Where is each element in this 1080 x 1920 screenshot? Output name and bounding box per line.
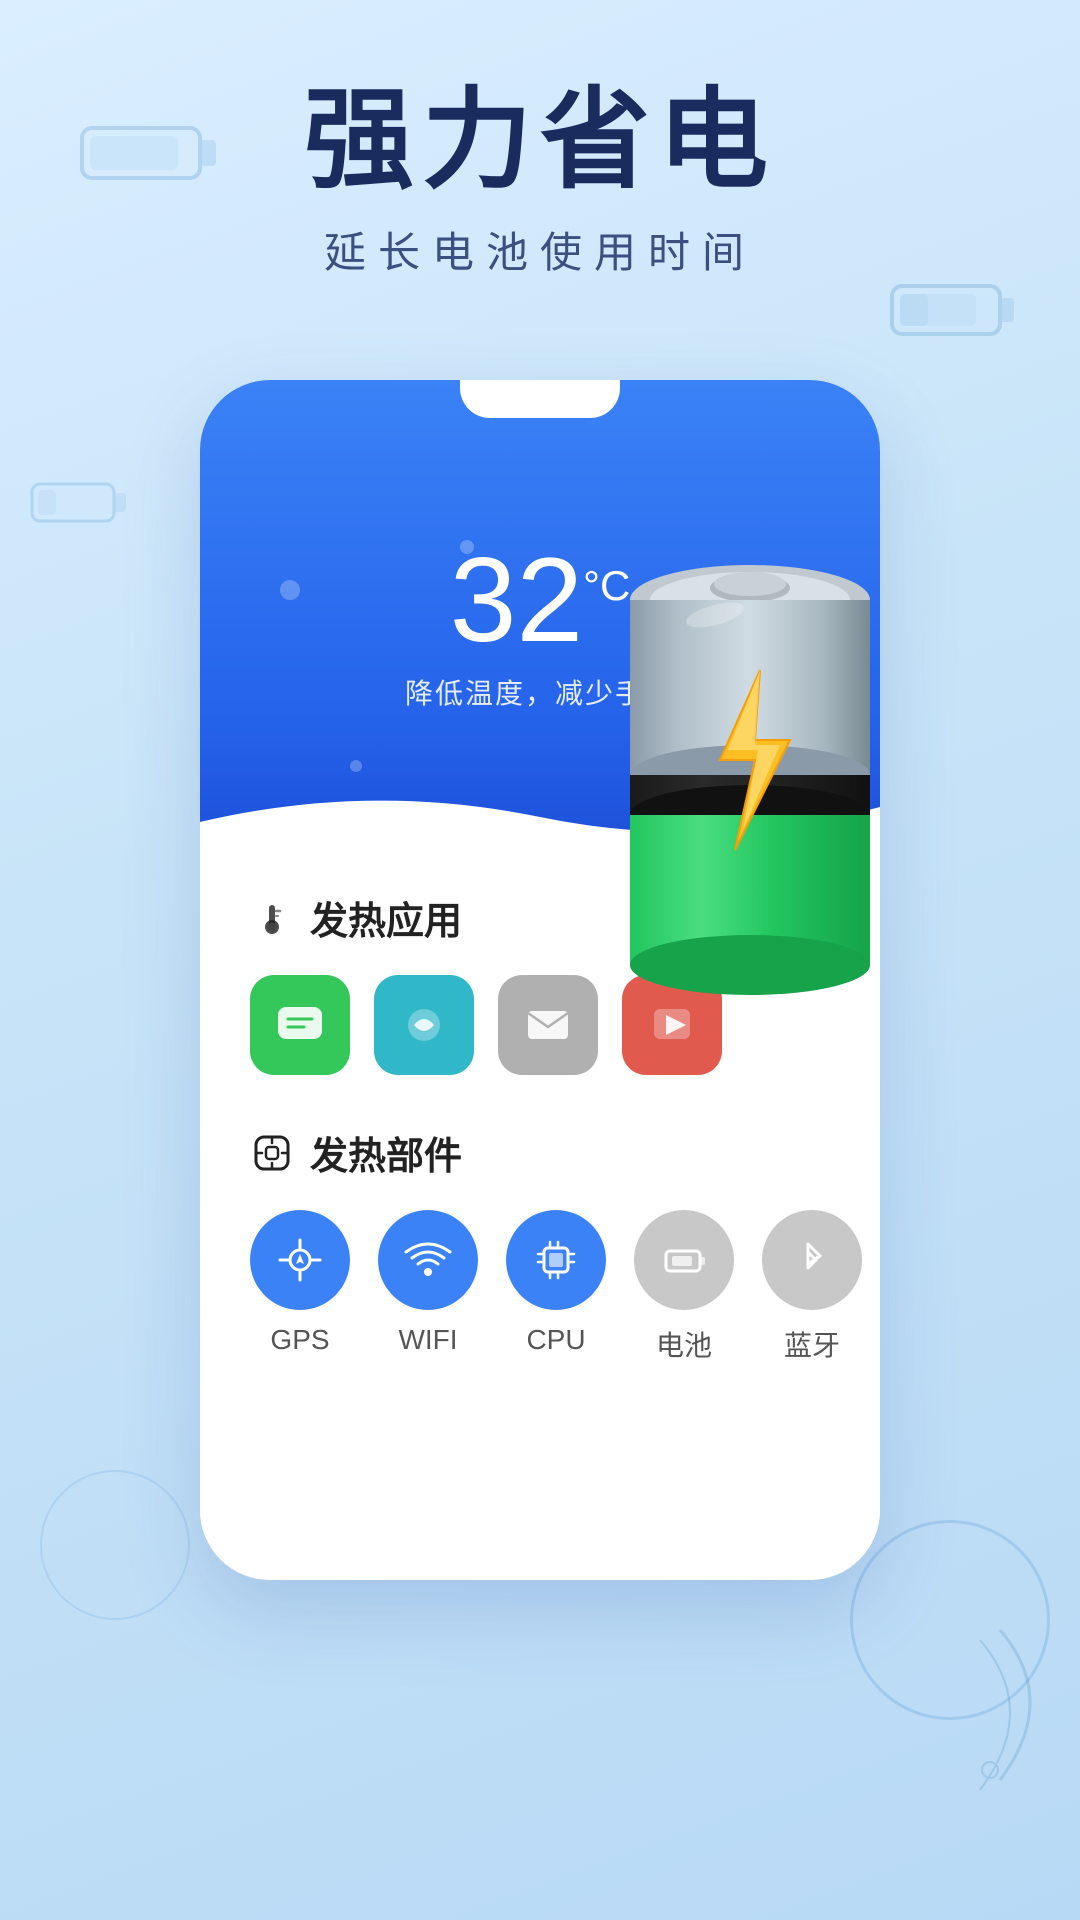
header: 强力省电 延长电池使用时间 — [0, 80, 1080, 280]
bluetooth-circle — [762, 1210, 862, 1310]
cpu-label: CPU — [526, 1324, 585, 1356]
bg-battery-small-icon — [30, 480, 130, 525]
hot-components-section-title: 发热部件 — [250, 1125, 830, 1180]
bg-lines-decoration — [820, 1620, 1040, 1820]
wifi-circle — [378, 1210, 478, 1310]
gps-label: GPS — [270, 1324, 329, 1356]
component-gps[interactable]: GPS — [250, 1210, 350, 1364]
component-bluetooth[interactable]: 蓝牙 — [762, 1210, 862, 1364]
component-wifi[interactable]: WIFI — [378, 1210, 478, 1364]
thermometer-icon — [250, 896, 294, 940]
bg-battery-right-icon — [890, 280, 1020, 340]
components-row: GPS WIFI — [250, 1210, 830, 1364]
cpu-circle — [506, 1210, 606, 1310]
component-cpu[interactable]: CPU — [506, 1210, 606, 1364]
hot-apps-label: 发热应用 — [310, 890, 462, 945]
battery-circle — [634, 1210, 734, 1310]
bg-circle-decoration-2 — [40, 1470, 190, 1620]
main-title: 强力省电 — [0, 80, 1080, 201]
bluetooth-label: 蓝牙 — [784, 1324, 840, 1364]
app-icon-teal[interactable] — [374, 975, 474, 1075]
component-battery[interactable]: 电池 — [634, 1210, 734, 1364]
app-icon-messages[interactable] — [250, 975, 350, 1075]
hot-components-label: 发热部件 — [310, 1125, 462, 1180]
main-subtitle: 延长电池使用时间 — [0, 219, 1080, 280]
battery-3d-decoration — [560, 540, 880, 1020]
battery-label: 电池 — [656, 1324, 712, 1364]
phone-mockup: 32°C 降低温度，减少手机 发热应用 — [200, 380, 880, 1580]
gear-icon — [250, 1131, 294, 1175]
wifi-label: WIFI — [398, 1324, 457, 1356]
phone-notch — [460, 380, 620, 418]
gps-circle — [250, 1210, 350, 1310]
